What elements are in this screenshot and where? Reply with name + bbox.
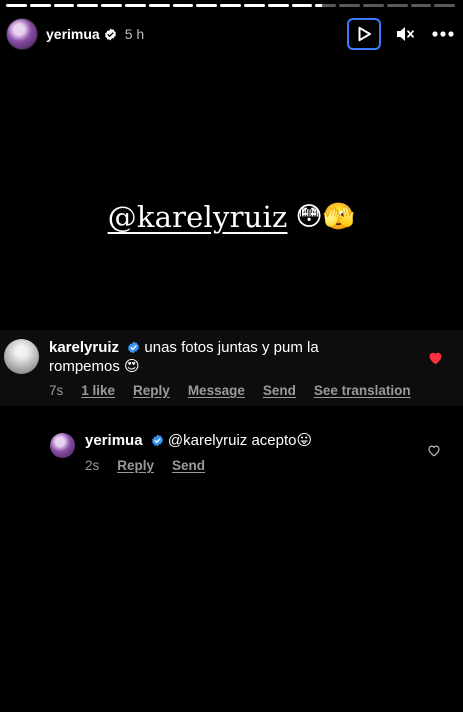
progress-segment	[172, 4, 194, 7]
muted-speaker-icon	[397, 27, 414, 41]
comment-timestamp: 7s	[49, 383, 64, 398]
comment-timestamp: 2s	[85, 458, 100, 473]
verified-badge-icon	[104, 28, 116, 40]
progress-segment	[410, 4, 432, 7]
comment-actions: 7s 1 like Reply Message Send See transla…	[49, 383, 411, 398]
verified-badge-icon	[128, 341, 140, 354]
progress-segment	[53, 4, 75, 7]
story-caption: @karelyruiz 😳🫣	[0, 200, 463, 234]
progress-segment	[220, 4, 241, 7]
more-options-button[interactable]	[429, 20, 457, 48]
progress-segment	[315, 4, 337, 7]
play-icon	[358, 26, 371, 42]
story-progress-bar	[6, 4, 456, 7]
reply-link[interactable]: Reply	[133, 383, 170, 398]
comment-reply-item: yerimua @karelyruiz acepto😛 2s Reply Sen…	[0, 422, 463, 480]
comment-body: yerimua @karelyruiz acepto😛	[85, 431, 415, 450]
progress-segment	[386, 4, 408, 7]
progress-segment	[243, 4, 265, 7]
comment-username[interactable]: yerimua	[85, 432, 143, 449]
heart-filled-icon[interactable]	[428, 351, 443, 365]
comment-body: karelyruiz unas fotos juntas y pum la ro…	[49, 339, 389, 376]
progress-segment	[124, 4, 146, 7]
caption-emojis: 😳🫣	[295, 202, 356, 232]
comment-emoji: 😍	[124, 357, 140, 375]
reply-link[interactable]: Reply	[117, 458, 154, 473]
story-header: yerimua 5 h	[6, 16, 457, 52]
caption-mention[interactable]: @karelyruiz	[108, 200, 288, 234]
send-link[interactable]: Send	[172, 458, 205, 473]
comment-item: karelyruiz unas fotos juntas y pum la ro…	[0, 330, 463, 406]
play-button[interactable]	[347, 18, 381, 50]
comment-actions: 2s Reply Send	[85, 458, 205, 473]
progress-segment	[101, 4, 122, 7]
progress-segment	[267, 4, 289, 7]
likes-count-link[interactable]: 1 like	[81, 383, 115, 398]
more-horizontal-icon	[432, 31, 454, 37]
verified-badge-icon	[151, 434, 163, 447]
comment-emoji: 😛	[296, 431, 313, 449]
commenter-avatar[interactable]	[50, 433, 75, 458]
avatar[interactable]	[6, 18, 38, 50]
send-link[interactable]: Send	[263, 383, 296, 398]
progress-segment	[29, 4, 51, 7]
heart-outline-icon[interactable]	[427, 444, 441, 457]
progress-segment	[77, 4, 99, 7]
progress-segment	[362, 4, 384, 7]
mute-button[interactable]	[391, 20, 419, 48]
post-time: 5 h	[124, 26, 145, 42]
progress-segment	[196, 4, 218, 7]
username[interactable]: yerimua	[46, 26, 100, 42]
progress-segment	[434, 4, 456, 7]
progress-segment	[6, 4, 27, 7]
comment-text: @karelyruiz acepto	[167, 432, 297, 449]
see-translation-link[interactable]: See translation	[314, 383, 411, 398]
message-link[interactable]: Message	[188, 383, 245, 398]
progress-segment	[339, 4, 360, 7]
comment-username[interactable]: karelyruiz	[49, 339, 119, 356]
commenter-avatar[interactable]	[4, 339, 39, 374]
progress-segment	[148, 4, 170, 7]
progress-segment	[291, 4, 313, 7]
